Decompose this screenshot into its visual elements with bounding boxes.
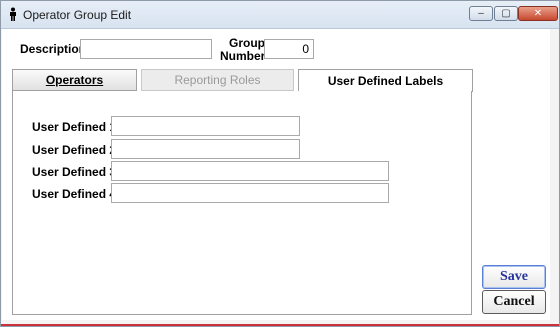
close-button[interactable]: ✕ (518, 6, 558, 21)
tab-operators[interactable]: Operators (12, 69, 137, 91)
user-defined-labels-panel: User Defined 1 User Defined 2 User Defin… (12, 91, 472, 315)
user-defined-2-input[interactable] (111, 139, 300, 159)
group-number-label-line1: Group (229, 36, 265, 50)
user-defined-3-input[interactable] (111, 161, 389, 181)
user-defined-3-label: User Defined 3 (32, 165, 117, 179)
bottom-accent-line (1, 324, 559, 326)
user-defined-4-label: User Defined 4 (32, 187, 117, 201)
operator-group-edit-window: Operator Group Edit – ▢ ✕ Description Gr… (0, 0, 560, 327)
group-number-label-line2: Number (220, 49, 266, 63)
title-bar: Operator Group Edit – ▢ ✕ (1, 1, 559, 29)
user-defined-1-input[interactable] (111, 116, 300, 136)
save-button[interactable]: Save (482, 265, 546, 289)
maximize-icon: ▢ (501, 8, 511, 19)
window-title: Operator Group Edit (23, 8, 132, 22)
minimize-button[interactable]: – (469, 6, 493, 21)
tab-reporting-roles[interactable]: Reporting Roles (141, 69, 294, 91)
close-icon: ✕ (533, 8, 543, 19)
maximize-button[interactable]: ▢ (494, 6, 518, 21)
description-label: Description (20, 42, 87, 56)
cancel-button[interactable]: Cancel (482, 290, 546, 314)
person-icon (10, 7, 16, 21)
dialog-body: Description Group Number 0 Operators Rep… (2, 29, 550, 320)
user-defined-4-input[interactable] (111, 183, 389, 203)
minimize-icon: – (478, 8, 484, 19)
group-number-input[interactable]: 0 (264, 39, 314, 59)
tab-user-defined-labels[interactable]: User Defined Labels (298, 69, 473, 92)
user-defined-1-label: User Defined 1 (32, 120, 117, 134)
description-input[interactable] (80, 39, 212, 59)
user-defined-2-label: User Defined 2 (32, 143, 117, 157)
